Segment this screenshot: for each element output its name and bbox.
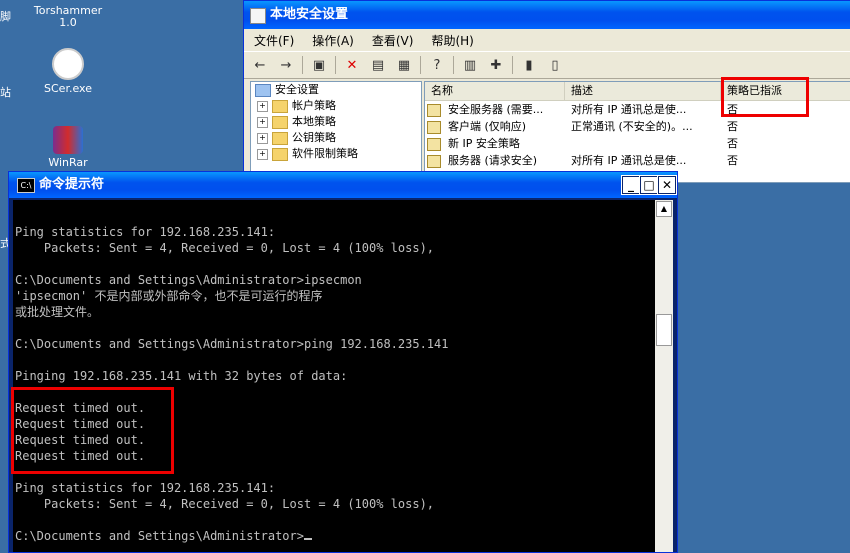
mmc-menubar: 文件(F) 操作(A) 查看(V) 帮助(H) [244, 29, 850, 51]
tree-item-local-policies[interactable]: + 本地策略 [251, 114, 421, 130]
policy-icon [427, 104, 441, 117]
menu-action[interactable]: 操作(A) [312, 32, 354, 49]
policy-row[interactable]: 服务器 (请求安全) 对所有 IP 通讯总是使... 否 [425, 152, 850, 169]
desktop-icon-winrar[interactable]: WinRar [28, 126, 108, 169]
expand-icon[interactable]: + [257, 116, 268, 128]
back-arrow-icon[interactable]: ← [250, 55, 270, 75]
tree-item-software-restriction[interactable]: + 软件限制策略 [251, 146, 421, 162]
policy-desc: 对所有 IP 通讯总是使... [571, 154, 687, 167]
policy-icon [427, 138, 441, 151]
folder-icon [272, 131, 288, 145]
tree-label: 公钥策略 [292, 131, 336, 144]
winrar-label: WinRar [48, 156, 88, 169]
tree-label: 软件限制策略 [292, 147, 358, 160]
menu-file[interactable]: 文件(F) [254, 32, 294, 49]
policy-icon [427, 121, 441, 134]
scrollbar-thumb[interactable] [656, 314, 672, 346]
policy-row[interactable]: 客户端 (仅响应) 正常通讯 (不安全的)。... 否 [425, 118, 850, 135]
assign-icon[interactable]: ▮ [519, 55, 539, 75]
desktop-icon-scer[interactable]: SCer.exe [28, 48, 108, 95]
policy-icon[interactable]: ▥ [460, 55, 480, 75]
toolbar-separator [453, 56, 454, 74]
up-folder-icon[interactable]: ▣ [309, 55, 329, 75]
add-policy-icon[interactable]: ✚ [486, 55, 506, 75]
tree-item-account-policies[interactable]: + 帐户策略 [251, 98, 421, 114]
policy-assigned: 否 [727, 120, 738, 133]
minimize-button[interactable]: _ [621, 175, 641, 195]
delete-icon[interactable]: ✕ [342, 55, 362, 75]
desktop-icon-torshammer[interactable]: Torshammer 1.0 [28, 5, 108, 29]
torshammer-label: Torshammer 1.0 [33, 4, 103, 29]
policy-assigned: 否 [727, 154, 738, 167]
scer-label: SCer.exe [44, 82, 92, 95]
policy-row[interactable]: 新 IP 安全策略 否 [425, 135, 850, 152]
tree-label: 本地策略 [292, 115, 336, 128]
close-button[interactable]: ✕ [657, 175, 677, 195]
mmc-toolbar: ← → ▣ ✕ ▤ ▦ ? ▥ ✚ ▮ ▯ [244, 51, 850, 79]
expand-icon[interactable]: + [257, 100, 268, 112]
policy-assigned: 否 [727, 137, 738, 150]
policy-name: 新 IP 安全策略 [448, 137, 520, 150]
desktop-label-partial-2: 站 [0, 86, 11, 99]
robot-icon [52, 48, 84, 80]
tree-item-security-settings[interactable]: 安全设置 [251, 82, 421, 98]
tree-item-public-key-policies[interactable]: + 公钥策略 [251, 130, 421, 146]
policy-icon [427, 155, 441, 168]
export-list-icon[interactable]: ▦ [394, 55, 414, 75]
console-text: Ping statistics for 192.168.235.141: Pac… [15, 225, 449, 543]
folder-icon [272, 99, 288, 113]
policy-name: 安全服务器 (需要... [448, 103, 544, 116]
mmc-titlebar[interactable]: 本地安全设置 [244, 1, 850, 29]
console-scrollbar[interactable]: ▲ [655, 200, 673, 552]
help-icon[interactable]: ? [427, 55, 447, 75]
console-output: Ping statistics for 192.168.235.141: Pac… [13, 200, 655, 544]
forward-arrow-icon[interactable]: → [276, 55, 296, 75]
tree-label: 安全设置 [275, 83, 319, 96]
tree-label: 帐户策略 [292, 99, 336, 112]
console-area[interactable]: Ping statistics for 192.168.235.141: Pac… [13, 200, 655, 552]
menu-help[interactable]: 帮助(H) [431, 32, 473, 49]
toolbar-separator [420, 56, 421, 74]
menu-view[interactable]: 查看(V) [372, 32, 414, 49]
policy-desc [567, 135, 723, 152]
winrar-icon [53, 126, 83, 154]
unassign-icon[interactable]: ▯ [545, 55, 565, 75]
mmc-title-text: 本地安全设置 [270, 7, 349, 22]
column-name[interactable]: 名称 [425, 82, 565, 100]
policy-desc: 正常通讯 (不安全的)。... [571, 120, 693, 133]
maximize-button[interactable]: □ [639, 175, 659, 195]
cmd-title-text: 命令提示符 [39, 177, 105, 192]
cmd-titlebar[interactable]: C:\ 命令提示符 _ □ ✕ [9, 172, 677, 198]
cmd-window-icon: C:\ [17, 178, 35, 193]
toolbar-separator [335, 56, 336, 74]
column-description[interactable]: 描述 [565, 82, 721, 100]
scroll-up-arrow-icon[interactable]: ▲ [656, 201, 672, 217]
policy-name: 服务器 (请求安全) [448, 154, 538, 167]
folder-icon [272, 115, 288, 129]
expand-icon[interactable]: + [257, 148, 268, 160]
policy-name: 客户端 (仅响应) [448, 120, 527, 133]
toolbar-separator [302, 56, 303, 74]
folder-icon [272, 147, 288, 161]
mmc-window-icon [250, 8, 266, 24]
highlight-box-request-timed-out [11, 387, 174, 474]
desktop-label-partial-1: 脚 [0, 10, 11, 23]
highlight-box-assigned-column [721, 77, 809, 117]
shield-folder-icon [255, 83, 271, 97]
properties-icon[interactable]: ▤ [368, 55, 388, 75]
expand-icon[interactable]: + [257, 132, 268, 144]
toolbar-separator [512, 56, 513, 74]
command-prompt-window[interactable]: C:\ 命令提示符 _ □ ✕ Ping statistics for 192.… [8, 171, 678, 553]
policy-desc: 对所有 IP 通讯总是使... [571, 103, 687, 116]
console-tree: 安全设置 + 帐户策略 + 本地策略 + 公钥策略 + 软件限制策略 [250, 81, 422, 183]
